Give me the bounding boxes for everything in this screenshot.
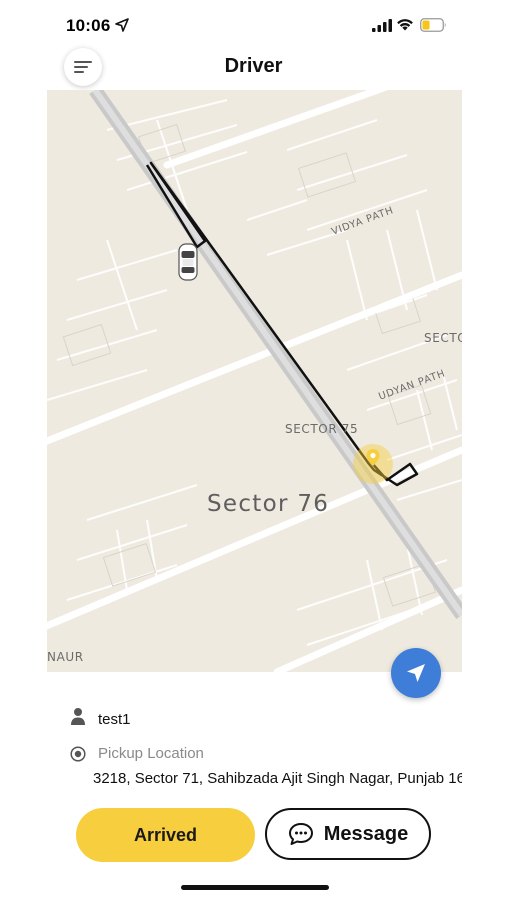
map-label-sector-partial: SECTO [424,331,462,345]
map-view[interactable]: Sector 76 SECTOR 75 SECTO VIDYA PATH UDY… [47,90,462,672]
car-icon [178,243,198,281]
pickup-pin-icon [353,444,393,484]
rider-name: test1 [98,711,131,728]
page-title: Driver [224,55,283,77]
recenter-location-button[interactable] [391,648,441,698]
chat-bubble-icon [288,823,313,845]
cellular-signal-icon [372,19,392,32]
status-time: 10:06 [66,16,111,35]
map-label-nauri: NAUR [47,650,84,664]
location-arrow-icon [115,18,129,32]
arrived-button-label: Arrived [133,824,198,845]
map-canvas [47,90,462,672]
pickup-location-label: Pickup Location [98,745,204,762]
arrived-button[interactable]: Arrived [76,808,255,862]
app-header: Driver [0,48,507,88]
map-label-sector-75: SECTOR 75 [285,422,359,436]
message-button-label: Message [323,822,409,845]
battery-low-icon [420,18,446,32]
status-bar: 10:06 [0,0,507,48]
map-label-sector-76: Sector 76 [207,491,330,517]
pickup-address: 3218, Sector 71, Sahibzada Ajit Singh Na… [93,770,462,787]
driver-screen: 10:06 Driver Sector 76 SECTOR 75 SECT VI… [0,0,507,900]
navigation-arrow-icon [407,664,425,682]
home-indicator[interactable] [181,885,329,890]
person-icon [71,708,85,725]
radio-target-icon [70,746,86,762]
wifi-icon [397,19,413,31]
message-button[interactable]: Message [265,808,431,860]
